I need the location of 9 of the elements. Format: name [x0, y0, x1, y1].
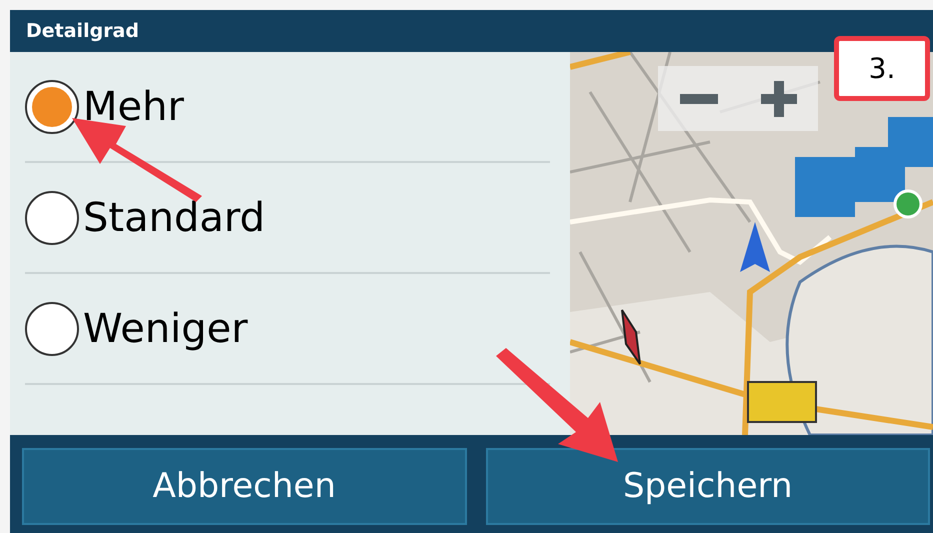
radio-button[interactable] — [25, 190, 79, 244]
dialog-button[interactable]: Abbrechen — [22, 448, 466, 525]
radio-button[interactable] — [25, 80, 79, 134]
zoom-out-icon[interactable] — [680, 94, 718, 104]
dialog-button[interactable]: Speichern — [486, 448, 930, 525]
step-label: 3. — [834, 36, 930, 101]
radio-button[interactable] — [25, 302, 79, 356]
zoom-in-icon[interactable] — [760, 80, 796, 116]
window-title: Detailgrad — [26, 18, 139, 44]
